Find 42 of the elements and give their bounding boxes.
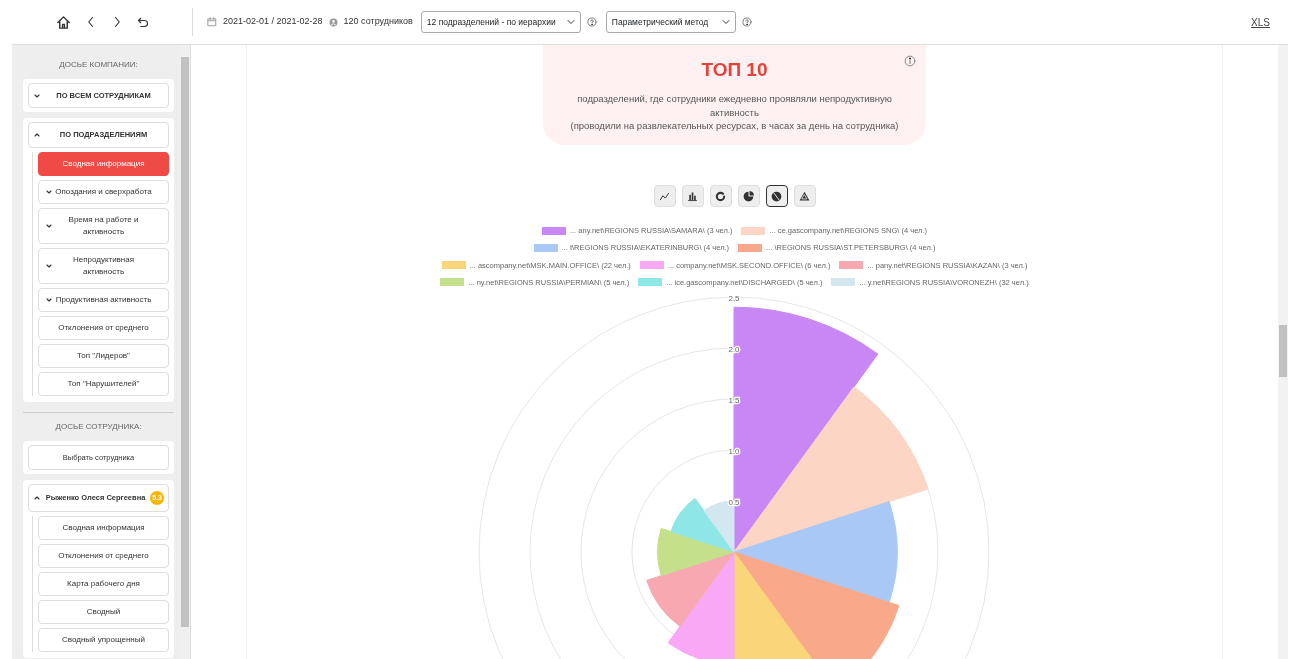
scale-label: 2.0	[728, 345, 740, 355]
export-link[interactable]: XLS	[1251, 14, 1270, 30]
unit-select[interactable]: 12 подразделений - по иерархии	[420, 11, 581, 33]
menu-item[interactable]: Опоздания и сверхработа	[38, 179, 169, 204]
help-icon	[741, 17, 752, 27]
report-note: (проводили на развлекательных ресурсах, в часах за день на сотрудника)	[569, 119, 900, 134]
menu-item[interactable]: Отклонения от среднего	[38, 315, 169, 340]
section-title: ДОСЬЕ СОТРУДНИКА:	[54, 420, 143, 433]
menu-item[interactable]: Топ "Нарушителей"	[38, 371, 169, 396]
scale-label: 1.5	[728, 396, 740, 406]
menu-item[interactable]: Отклонения от среднего	[38, 543, 169, 568]
triangle-chart-icon	[798, 189, 811, 203]
menu-item[interactable]: Сводный упрощенный	[38, 627, 169, 652]
user-icon	[328, 17, 338, 27]
info-icon[interactable]	[904, 55, 916, 67]
help-icon	[586, 17, 597, 27]
report-subtitle: подразделений, где сотрудники ежедневно проявляли непродуктивную активность	[576, 91, 893, 120]
home-icon[interactable]	[55, 14, 71, 30]
employee-count: 120 сотрудников	[343, 15, 413, 29]
section-title: ДОСЬЕ КОМПАНИИ:	[58, 59, 139, 71]
menu-item[interactable]: Продуктивная активность	[38, 287, 169, 312]
bar-chart-icon	[686, 189, 699, 203]
menu-item[interactable]: Сводный	[38, 599, 169, 624]
polar-chart-icon	[770, 189, 783, 203]
scrollbar[interactable]	[180, 45, 190, 659]
calendar-icon	[207, 17, 217, 27]
pie-chart-icon	[742, 189, 755, 203]
scale-label: 1.0	[728, 447, 740, 457]
date-range: 2021-02-01 / 2021-02-28	[223, 15, 323, 29]
menu-item[interactable]: Непродуктивная активность	[38, 247, 169, 284]
scrollbar[interactable]	[1278, 45, 1288, 659]
undo-icon[interactable]	[136, 16, 149, 28]
report-title: ТОП 10	[700, 59, 769, 82]
scale-label: 2.5	[728, 294, 740, 304]
menu-item[interactable]: Топ "Лидеров"	[38, 343, 169, 368]
menu-item[interactable]: Сводная информация	[38, 151, 169, 176]
menu-item[interactable]: Время на работе и активность	[38, 207, 169, 244]
chart-type-button[interactable]	[765, 185, 788, 208]
menu-item[interactable]: Сводная информация	[38, 515, 169, 540]
menu-item[interactable]: Карта рабочего дня	[38, 571, 169, 596]
method-select[interactable]: Параметрический метод	[605, 11, 736, 33]
ring-chart-icon	[714, 189, 727, 203]
